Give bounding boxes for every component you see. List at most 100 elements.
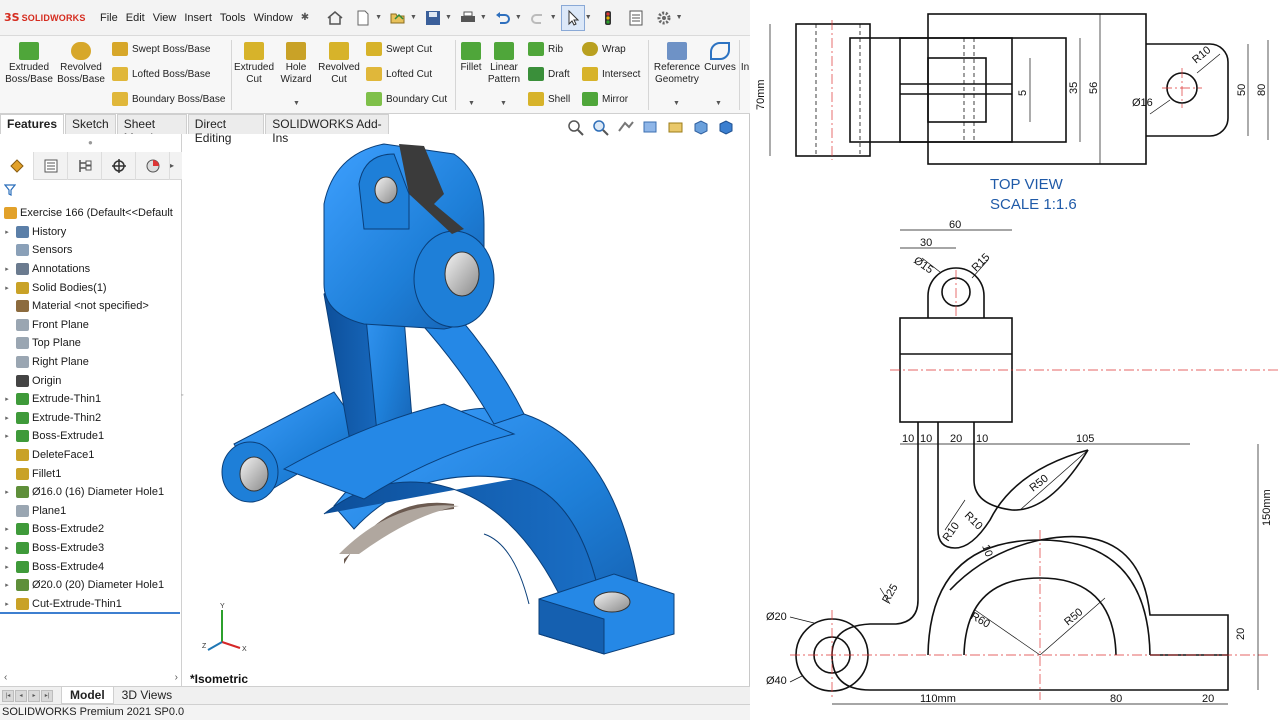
chevron-down-icon[interactable]: ▼	[293, 100, 300, 107]
instant3d-button[interactable]: In	[740, 62, 750, 74]
expand-arrow-icon[interactable]: ▸	[2, 284, 12, 292]
tree-item[interactable]: ▸ Cut-Extrude-Thin1	[0, 594, 182, 613]
tree-item[interactable]: DeleteFace1	[0, 446, 182, 465]
menu-edit[interactable]: Edit	[122, 12, 149, 24]
tree-item[interactable]: ▸ Boss-Extrude1	[0, 427, 182, 446]
chevron-down-icon[interactable]: ▼	[375, 14, 382, 21]
undo-icon[interactable]	[491, 5, 515, 31]
linear-pattern-button[interactable]: Linear Pattern	[486, 42, 522, 86]
menu-file[interactable]: File	[96, 12, 122, 24]
chevron-down-icon[interactable]: ▼	[585, 14, 592, 21]
tree-item[interactable]: Plane1	[0, 502, 182, 521]
tab-3d-views[interactable]: 3D Views	[114, 687, 180, 704]
tree-item[interactable]: ▸ Solid Bodies(1)	[0, 278, 182, 297]
chevron-down-icon[interactable]: ▼	[468, 100, 475, 107]
tree-horizontal-scroll[interactable]: ‹ ›	[0, 670, 182, 684]
expand-arrow-icon[interactable]: ▸	[2, 544, 12, 552]
chevron-down-icon[interactable]: ▼	[676, 14, 683, 21]
rollback-bar[interactable]	[0, 612, 180, 614]
dimxpert-manager-tab[interactable]	[102, 152, 136, 180]
boundary-boss-button[interactable]: Boundary Boss/Base	[112, 92, 225, 106]
tree-item[interactable]: Top Plane	[0, 334, 182, 353]
tree-item[interactable]: Sensors	[0, 241, 182, 260]
redo-icon[interactable]	[526, 5, 550, 31]
display-manager-tab[interactable]	[136, 152, 170, 180]
chevron-down-icon[interactable]: ▼	[500, 100, 507, 107]
revolved-boss-button[interactable]: Revolved Boss/Base	[56, 42, 106, 86]
tab-direct-editing[interactable]: Direct Editing	[187, 114, 265, 145]
gear-icon[interactable]	[652, 5, 676, 31]
tree-item[interactable]: ▸ History	[0, 223, 182, 242]
menu-view[interactable]: View	[149, 12, 181, 24]
expand-arrow-icon[interactable]: ▸	[2, 600, 12, 608]
save-icon[interactable]	[421, 5, 445, 31]
expand-arrow-icon[interactable]: ▸	[2, 581, 12, 589]
tab-scroll-right-icon[interactable]: ▸	[170, 152, 178, 179]
chevron-down-icon[interactable]: ▼	[673, 100, 680, 107]
configuration-manager-tab[interactable]	[68, 152, 102, 180]
chevron-down-icon[interactable]: ▼	[715, 100, 722, 107]
revolved-cut-button[interactable]: Revolved Cut	[316, 42, 362, 86]
boundary-cut-button[interactable]: Boundary Cut	[366, 92, 447, 106]
tree-item[interactable]: ▸ Boss-Extrude4	[0, 557, 182, 576]
chevron-down-icon[interactable]: ▼	[480, 14, 487, 21]
chevron-down-icon[interactable]: ▼	[515, 14, 522, 21]
draft-button[interactable]: Draft	[528, 67, 570, 81]
lofted-cut-button[interactable]: Lofted Cut	[366, 67, 432, 81]
fillet-button[interactable]: Fillet	[458, 42, 484, 74]
tab-addins[interactable]: SOLIDWORKS Add-Ins	[265, 114, 389, 145]
tree-item[interactable]: ▸ Annotations	[0, 260, 182, 279]
open-folder-icon[interactable]	[386, 5, 410, 31]
prev-tab-icon[interactable]: ◂	[15, 689, 27, 702]
next-tab-icon[interactable]: ▸	[28, 689, 40, 702]
tree-item[interactable]: Front Plane	[0, 316, 182, 335]
chevron-down-icon[interactable]: ▼	[445, 14, 452, 21]
expand-arrow-icon[interactable]: ▸	[2, 525, 12, 533]
chevron-down-icon[interactable]: ▼	[550, 14, 557, 21]
new-document-icon[interactable]	[351, 5, 375, 31]
expand-arrow-icon[interactable]: ▸	[2, 265, 12, 273]
menu-window[interactable]: Window	[250, 12, 297, 24]
wrap-button[interactable]: Wrap	[582, 42, 626, 56]
tree-item[interactable]: ▸ Extrude-Thin1	[0, 390, 182, 409]
home-icon[interactable]	[323, 5, 347, 31]
intersect-button[interactable]: Intersect	[582, 67, 640, 81]
chevron-down-icon[interactable]: ▼	[410, 14, 417, 21]
expand-arrow-icon[interactable]: ▸	[2, 563, 12, 571]
swept-boss-button[interactable]: Swept Boss/Base	[112, 42, 210, 56]
rebuild-icon[interactable]	[596, 5, 620, 31]
expand-arrow-icon[interactable]: ▸	[2, 228, 12, 236]
hole-wizard-button[interactable]: Hole Wizard	[276, 42, 316, 86]
tree-item[interactable]: ▸ Ø16.0 (16) Diameter Hole1	[0, 483, 182, 502]
expand-arrow-icon[interactable]: ▸	[2, 432, 12, 440]
tree-root[interactable]: Exercise 166 (Default<<Default	[0, 204, 182, 223]
reference-geometry-button[interactable]: Reference Geometry	[652, 42, 702, 86]
file-properties-icon[interactable]	[624, 5, 648, 31]
scroll-left-icon[interactable]: ‹	[4, 672, 7, 683]
tree-item[interactable]: Material <not specified>	[0, 297, 182, 316]
filter-icon[interactable]	[3, 184, 17, 199]
tree-item[interactable]: ▸ Ø20.0 (20) Diameter Hole1	[0, 576, 182, 595]
extruded-cut-button[interactable]: Extruded Cut	[232, 42, 276, 86]
tab-features[interactable]: Features	[0, 114, 65, 134]
pin-icon[interactable]: ✱	[301, 12, 309, 23]
property-manager-tab[interactable]	[34, 152, 68, 180]
tree-item[interactable]: Right Plane	[0, 353, 182, 372]
select-cursor-icon[interactable]	[560, 4, 585, 31]
tree-item[interactable]: ▸ Boss-Extrude2	[0, 520, 182, 539]
tree-item[interactable]: ▸ Boss-Extrude3	[0, 539, 182, 558]
mirror-button[interactable]: Mirror	[582, 92, 628, 106]
menu-insert[interactable]: Insert	[180, 12, 216, 24]
expand-arrow-icon[interactable]: ▸	[2, 488, 12, 496]
extruded-boss-button[interactable]: Extruded Boss/Base	[5, 42, 53, 86]
tab-model[interactable]: Model	[61, 687, 114, 704]
scroll-right-icon[interactable]: ›	[175, 672, 178, 683]
swept-cut-button[interactable]: Swept Cut	[366, 42, 432, 56]
tree-item[interactable]: Fillet1	[0, 464, 182, 483]
tree-item[interactable]: Origin	[0, 371, 182, 390]
first-tab-icon[interactable]: |◂	[2, 689, 14, 702]
shell-button[interactable]: Shell	[528, 92, 570, 106]
expand-arrow-icon[interactable]: ▸	[2, 395, 12, 403]
lofted-boss-button[interactable]: Lofted Boss/Base	[112, 67, 210, 81]
print-icon[interactable]	[456, 5, 480, 31]
